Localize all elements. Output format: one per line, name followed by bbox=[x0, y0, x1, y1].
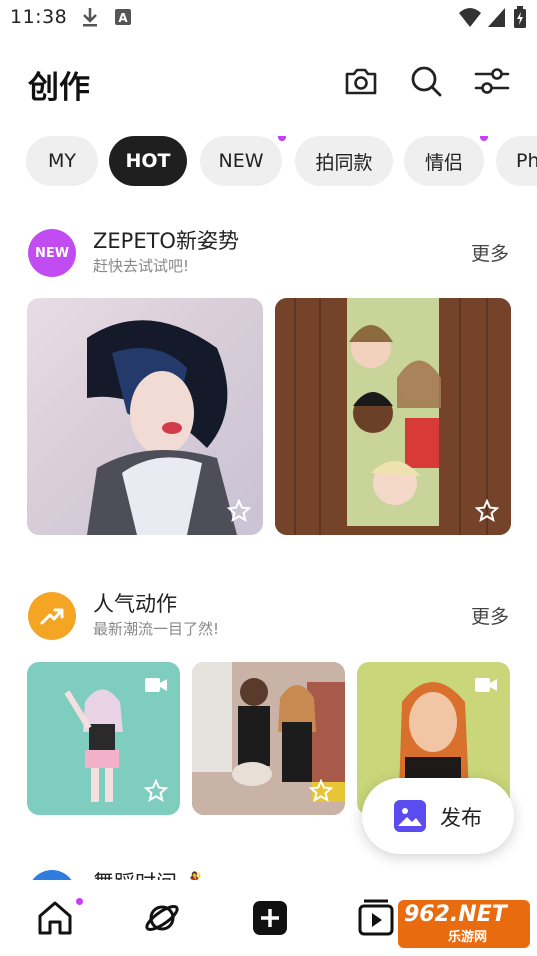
download-icon bbox=[83, 8, 97, 27]
favorite-star-icon[interactable] bbox=[309, 779, 333, 803]
publish-button[interactable]: 发布 bbox=[362, 778, 514, 854]
create-icon[interactable] bbox=[250, 898, 290, 938]
new-dot bbox=[278, 136, 286, 141]
app-a-icon: A bbox=[115, 9, 131, 25]
new-badge: NEW bbox=[28, 229, 76, 277]
camera-icon[interactable] bbox=[343, 63, 379, 99]
section-subtitle: 最新潮流一目了然! bbox=[93, 620, 220, 638]
action-card[interactable] bbox=[192, 662, 345, 815]
pose-card[interactable] bbox=[27, 298, 263, 535]
chip-new[interactable]: NEW bbox=[200, 136, 286, 186]
section-popular-actions: 人气动作 最新潮流一目了然! 更多 bbox=[0, 588, 537, 648]
wifi-icon bbox=[459, 8, 481, 27]
video-icon bbox=[145, 678, 167, 692]
favorite-star-icon[interactable] bbox=[144, 779, 168, 803]
chip-couple[interactable]: 情侣 bbox=[404, 136, 488, 186]
video-feed-icon[interactable] bbox=[356, 898, 396, 938]
page-title: 创作 bbox=[28, 70, 90, 106]
action-card[interactable] bbox=[27, 662, 180, 815]
section-title: 人气动作 bbox=[93, 592, 177, 616]
new-dot bbox=[480, 136, 488, 141]
image-icon bbox=[394, 800, 426, 832]
svg-text:A: A bbox=[118, 11, 128, 25]
battery-icon bbox=[514, 6, 526, 28]
search-icon[interactable] bbox=[408, 63, 444, 99]
chip-same-style[interactable]: 拍同款 bbox=[295, 136, 393, 186]
status-bar: 11:38 A bbox=[0, 0, 537, 36]
more-link[interactable]: 更多 bbox=[471, 602, 509, 629]
favorite-star-icon[interactable] bbox=[227, 499, 251, 523]
section-title: ZEPETO新姿势 bbox=[93, 229, 239, 253]
watermark-logo: 962.NET 乐游网 bbox=[398, 900, 530, 948]
trending-up-icon bbox=[40, 608, 64, 625]
category-chips: MY HOT NEW 拍同款 情侣 Ph bbox=[26, 136, 537, 188]
chip-photo[interactable]: Ph bbox=[496, 136, 537, 186]
favorite-star-icon[interactable] bbox=[475, 499, 499, 523]
chip-my[interactable]: MY bbox=[26, 136, 98, 186]
signal-icon bbox=[488, 8, 505, 27]
video-icon bbox=[475, 678, 497, 692]
pose-card[interactable] bbox=[275, 298, 511, 535]
watermark-site: 乐游网 bbox=[448, 930, 488, 945]
section-new-poses: NEW ZEPETO新姿势 赶快去试试吧! 更多 bbox=[0, 225, 537, 285]
section-subtitle: 赶快去试试吧! bbox=[93, 257, 190, 275]
more-link[interactable]: 更多 bbox=[471, 239, 509, 266]
home-icon[interactable] bbox=[35, 898, 75, 938]
publish-label: 发布 bbox=[440, 806, 482, 830]
home-dot bbox=[76, 898, 83, 905]
watermark-number: 962.NET bbox=[404, 902, 507, 927]
page-header: 创作 bbox=[0, 48, 537, 114]
filter-icon[interactable] bbox=[474, 63, 510, 99]
chip-hot[interactable]: HOT bbox=[109, 136, 187, 186]
status-time: 11:38 bbox=[10, 6, 68, 28]
planet-icon[interactable] bbox=[142, 898, 182, 938]
trending-badge bbox=[28, 592, 76, 640]
